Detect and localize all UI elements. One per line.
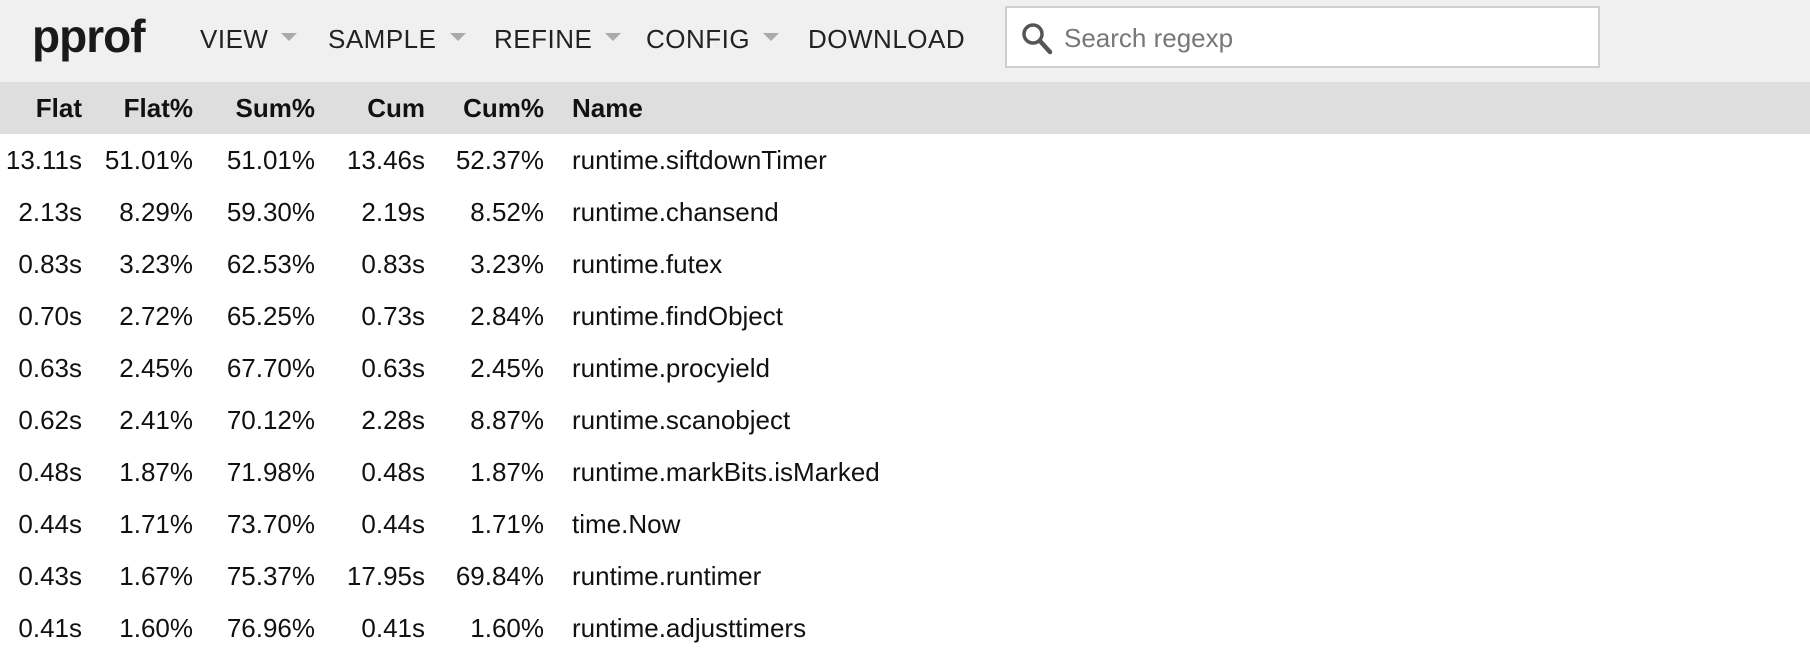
caret-down-icon xyxy=(449,33,466,41)
sum-pct-cell: 76.96% xyxy=(226,612,315,643)
search-icon xyxy=(1022,23,1053,55)
sum-pct-cell: 59.30% xyxy=(226,196,315,227)
top-toolbar: pprof VIEW SAMPLE REFINE CONFIG DOWNLOAD xyxy=(0,0,1810,82)
flat-pct-cell: 1.87% xyxy=(119,456,193,487)
flat-pct-cell: 2.41% xyxy=(119,404,193,435)
sum-pct-cell: 71.98% xyxy=(226,456,315,487)
flat-column-header[interactable]: Flat xyxy=(0,82,82,134)
flat-cell: 0.48s xyxy=(18,456,82,487)
cum-pct-cell: 69.84% xyxy=(455,560,544,591)
cum-column-header[interactable]: Cum xyxy=(315,82,425,134)
flat-pct-cell: 1.67% xyxy=(119,560,193,591)
flat-cell: 0.83s xyxy=(18,248,82,279)
sum-pct-cell: 65.25% xyxy=(226,300,315,331)
sample-menu-label: SAMPLE xyxy=(328,23,437,54)
sum-pct-cell: 51.01% xyxy=(226,144,315,175)
function-name-cell: time.Now xyxy=(572,508,681,539)
flat-pct-cell: 3.23% xyxy=(119,248,193,279)
flat-pct-cell: 51.01% xyxy=(104,144,193,175)
view-menu[interactable]: VIEW xyxy=(200,22,298,56)
config-menu-label: CONFIG xyxy=(646,23,751,54)
sum-pct-cell: 73.70% xyxy=(226,508,315,539)
download-menu[interactable]: DOWNLOAD xyxy=(808,22,965,56)
table-row[interactable]: 0.48s 1.87% 71.98% 0.48s 1.87% runtime.markBi… xyxy=(0,446,1810,498)
caret-down-icon xyxy=(763,33,780,41)
cum-cell: 0.73s xyxy=(361,300,425,331)
cum-cell: 0.63s xyxy=(361,352,425,383)
sum-pct-column-header[interactable]: Sum% xyxy=(193,82,315,134)
function-name-cell: runtime.markBits.isMarked xyxy=(572,456,880,487)
function-name-cell: runtime.siftdownTimer xyxy=(572,144,827,175)
table-row[interactable]: 0.41s 1.60% 76.96% 0.41s 1.60% runtime.adjust… xyxy=(0,602,1810,654)
sum-pct-cell: 75.37% xyxy=(226,560,315,591)
flat-cell: 0.41s xyxy=(18,612,82,643)
function-name-cell: runtime.adjusttimers xyxy=(572,612,807,643)
cum-pct-cell: 8.52% xyxy=(470,196,544,227)
cum-pct-cell: 52.37% xyxy=(455,144,544,175)
flat-pct-cell: 8.29% xyxy=(119,196,193,227)
cum-cell: 0.48s xyxy=(361,456,425,487)
table-row[interactable]: 0.62s 2.41% 70.12% 2.28s 8.87% runtime.scanob… xyxy=(0,394,1810,446)
flat-pct-cell: 2.45% xyxy=(119,352,193,383)
cum-pct-cell: 1.71% xyxy=(470,508,544,539)
flat-cell: 0.63s xyxy=(18,352,82,383)
download-menu-label: DOWNLOAD xyxy=(808,23,966,54)
name-column-header[interactable]: Name xyxy=(544,82,1810,134)
function-name-cell: runtime.findObject xyxy=(572,300,783,331)
view-menu-label: VIEW xyxy=(200,23,269,54)
pprof-logo[interactable]: pprof xyxy=(32,6,146,66)
cum-pct-cell: 2.84% xyxy=(470,300,544,331)
config-menu[interactable]: CONFIG xyxy=(646,22,780,56)
search-input[interactable] xyxy=(1062,16,1586,60)
cum-cell: 0.44s xyxy=(361,508,425,539)
cum-cell: 17.95s xyxy=(346,560,425,591)
flat-cell: 13.11s xyxy=(5,144,82,175)
flat-pct-cell: 2.72% xyxy=(119,300,193,331)
flat-pct-cell: 1.60% xyxy=(119,612,193,643)
flat-cell: 0.70s xyxy=(18,300,82,331)
table-header-row: Flat Flat% Sum% Cum Cum% Name xyxy=(0,82,1810,134)
refine-menu-label: REFINE xyxy=(494,23,593,54)
flat-pct-cell: 1.71% xyxy=(119,508,193,539)
table-row[interactable]: 0.63s 2.45% 67.70% 0.63s 2.45% runtime.procyi… xyxy=(0,342,1810,394)
function-name-cell: runtime.runtimer xyxy=(572,560,762,591)
cum-pct-cell: 2.45% xyxy=(470,352,544,383)
top-functions-table: Flat Flat% Sum% Cum Cum% Name 13.11s 51.0… xyxy=(0,82,1810,654)
table-row[interactable]: 0.43s 1.67% 75.37% 17.95s 69.84% runtime.runt… xyxy=(0,550,1810,602)
cum-cell: 0.83s xyxy=(361,248,425,279)
flat-cell: 0.43s xyxy=(18,560,82,591)
caret-down-icon xyxy=(281,33,298,41)
cum-pct-column-header[interactable]: Cum% xyxy=(425,82,544,134)
cum-cell: 2.28s xyxy=(361,404,425,435)
sum-pct-cell: 62.53% xyxy=(226,248,315,279)
flat-cell: 0.44s xyxy=(18,508,82,539)
sum-pct-cell: 70.12% xyxy=(226,404,315,435)
cum-cell: 0.41s xyxy=(361,612,425,643)
search-box xyxy=(1005,6,1600,68)
flat-pct-column-header[interactable]: Flat% xyxy=(82,82,193,134)
function-name-cell: runtime.futex xyxy=(572,248,723,279)
table-row[interactable]: 0.83s 3.23% 62.53% 0.83s 3.23% runtime.futex xyxy=(0,238,1810,290)
cum-pct-cell: 8.87% xyxy=(470,404,544,435)
sample-menu[interactable]: SAMPLE xyxy=(328,22,466,56)
caret-down-icon xyxy=(605,33,622,41)
table-row[interactable]: 0.44s 1.71% 73.70% 0.44s 1.71% time.Now xyxy=(0,498,1810,550)
table-row[interactable]: 0.70s 2.72% 65.25% 0.73s 2.84% runtime.findOb… xyxy=(0,290,1810,342)
flat-cell: 0.62s xyxy=(18,404,82,435)
cum-cell: 2.19s xyxy=(361,196,425,227)
cum-pct-cell: 1.60% xyxy=(470,612,544,643)
flat-cell: 2.13s xyxy=(18,196,82,227)
function-name-cell: runtime.scanobject xyxy=(572,404,791,435)
cum-pct-cell: 1.87% xyxy=(470,456,544,487)
cum-pct-cell: 3.23% xyxy=(470,248,544,279)
table-row[interactable]: 2.13s 8.29% 59.30% 2.19s 8.52% runtime.chanse… xyxy=(0,186,1810,238)
sum-pct-cell: 67.70% xyxy=(226,352,315,383)
table-row[interactable]: 13.11s 51.01% 51.01% 13.46s 52.37% runtime.si… xyxy=(0,134,1810,186)
refine-menu[interactable]: REFINE xyxy=(494,22,622,56)
cum-cell: 13.46s xyxy=(346,144,425,175)
function-name-cell: runtime.procyield xyxy=(572,352,770,383)
function-name-cell: runtime.chansend xyxy=(572,196,779,227)
